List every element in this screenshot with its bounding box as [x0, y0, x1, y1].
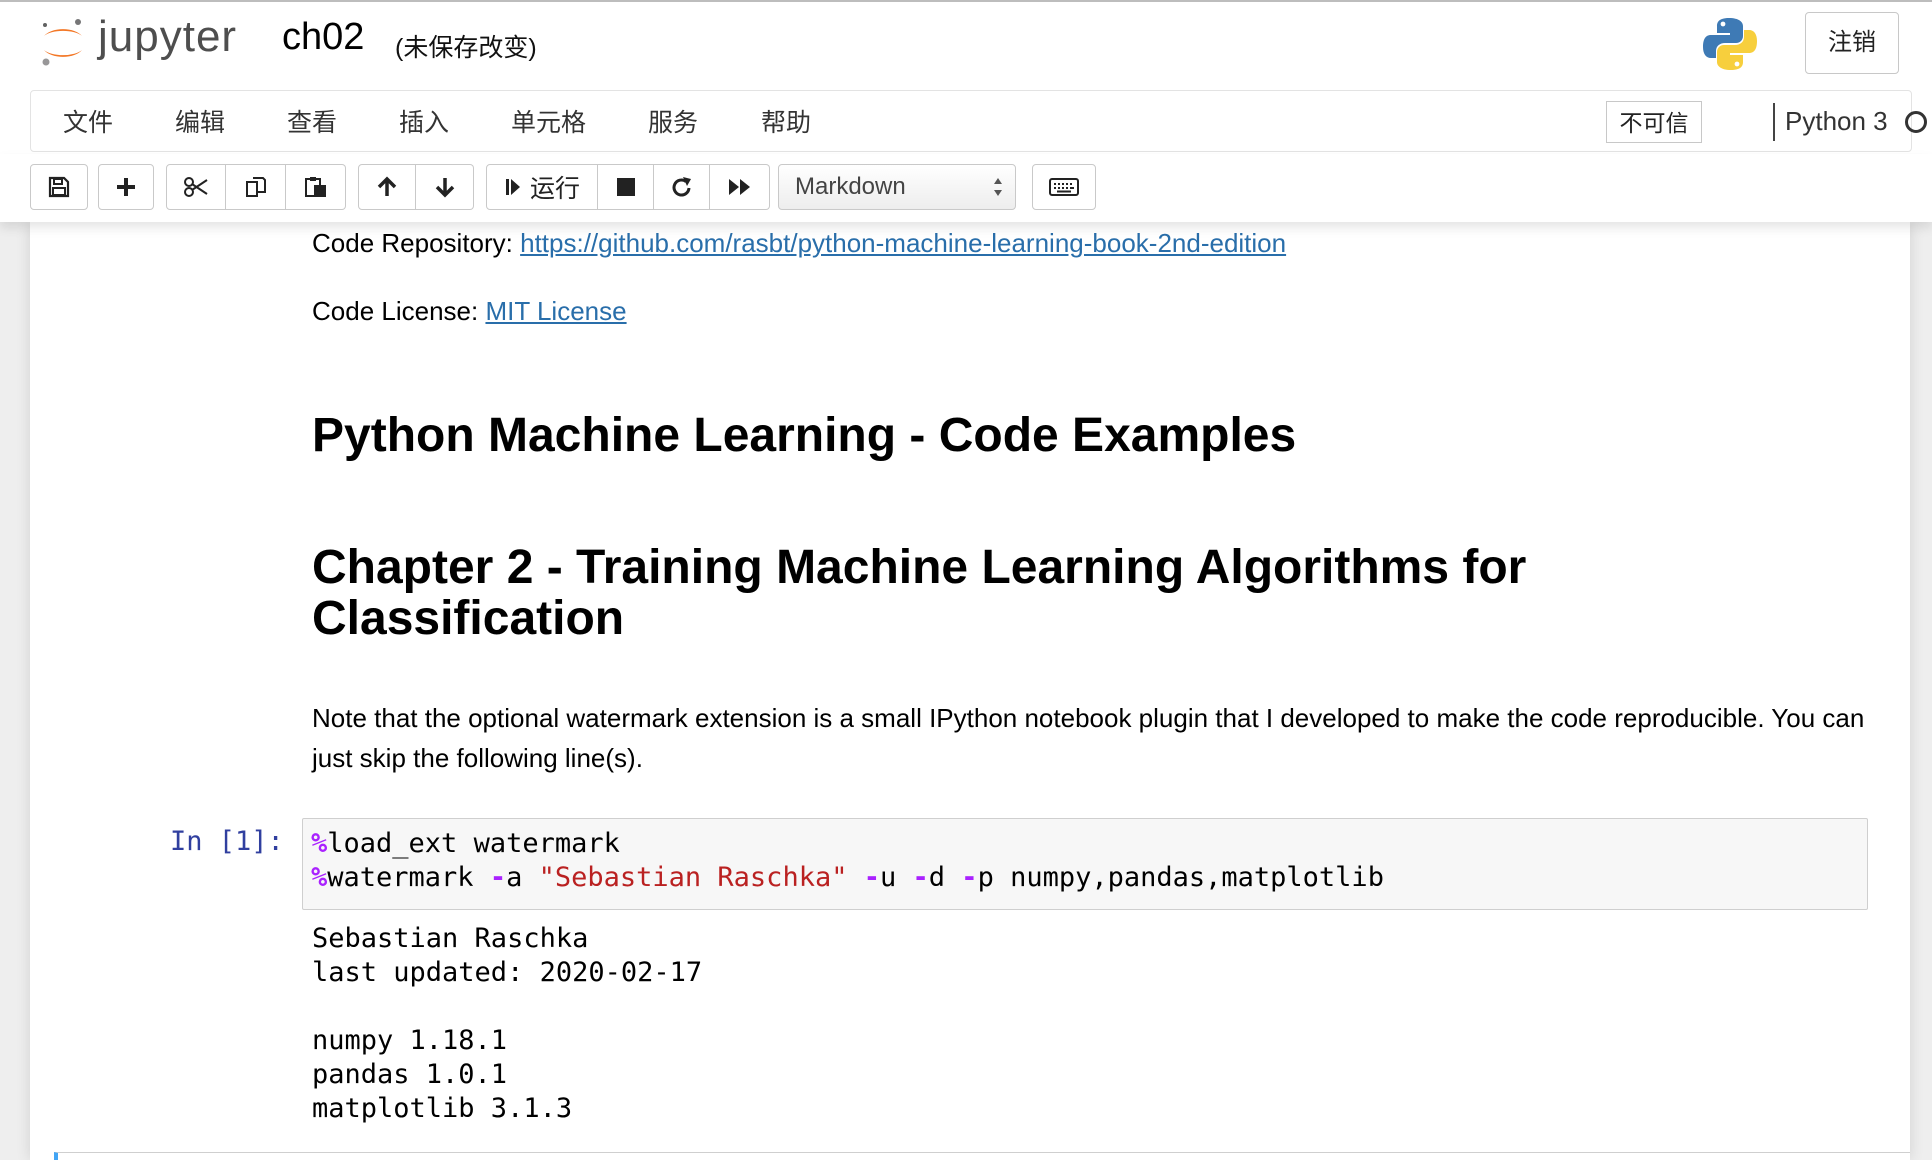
menu-file[interactable]: 文件 [63, 103, 113, 139]
kernel-name[interactable]: Python 3 [1785, 106, 1888, 137]
menu-help[interactable]: 帮助 [761, 103, 811, 139]
flag-operator: - [863, 862, 880, 893]
cell-output: Sebastian Raschka last updated: 2020-02-… [312, 923, 703, 1124]
code-text: p numpy,pandas,matplotlib [977, 862, 1384, 893]
paste-button[interactable] [286, 164, 346, 210]
selected-cell-edge[interactable] [54, 1152, 1910, 1160]
watermark-note: Note that the optional watermark extensi… [312, 703, 1865, 773]
flag-operator: - [489, 862, 507, 893]
jupyter-logo-text[interactable]: jupyter [98, 12, 237, 62]
menu-edit[interactable]: 编辑 [175, 103, 225, 139]
move-up-button[interactable] [358, 164, 416, 210]
jupyter-logo-icon[interactable] [38, 14, 88, 70]
code-cell-input[interactable]: %load_ext watermark %watermark -a "Sebas… [302, 818, 1868, 910]
menubar: 文件 编辑 查看 插入 单元格 服务 帮助 不可信 Python 3 [30, 90, 1927, 152]
scissors-icon [184, 177, 208, 197]
cut-button[interactable] [166, 164, 226, 210]
flag-operator: - [961, 862, 978, 893]
notebook-header: jupyter ch02 (未保存改变) 注销 [0, 2, 1932, 91]
restart-icon [672, 177, 691, 197]
code-license-label: Code License: [312, 296, 486, 326]
command-palette-button[interactable] [1032, 164, 1096, 210]
cell-type-value: Markdown [795, 173, 906, 200]
flag-operator: - [912, 862, 929, 893]
code-text: a [506, 862, 539, 893]
insert-cell-button[interactable] [98, 164, 154, 210]
cell-input-prompt: In [1]: [170, 826, 284, 857]
arrow-up-icon [377, 176, 397, 196]
kernel-status-icon [1905, 111, 1927, 133]
run-button[interactable]: 运行 [486, 164, 598, 210]
move-down-button[interactable] [416, 164, 474, 210]
restart-run-all-button[interactable] [710, 164, 770, 210]
magic-symbol: % [311, 862, 328, 893]
string-literal: "Sebastian Raschka" [538, 862, 848, 893]
keyboard-icon [1049, 178, 1079, 196]
stop-icon [616, 178, 635, 196]
logout-button[interactable]: 注销 [1805, 12, 1899, 74]
step-forward-icon [505, 179, 520, 195]
save-icon [48, 176, 70, 198]
code-line-1: %load_ext watermark [311, 828, 620, 859]
copy-button[interactable] [226, 164, 286, 210]
menubar-container: 文件 编辑 查看 插入 单元格 服务 帮助 不可信 Python 3 [0, 90, 1932, 154]
code-text: load_ext watermark [327, 828, 620, 859]
code-repository-line: Code Repository: https://github.com/rasb… [312, 228, 1286, 259]
save-button[interactable] [30, 164, 88, 210]
notebook-name[interactable]: ch02 [282, 16, 364, 59]
python-logo-icon [1703, 18, 1757, 70]
heading-chapter-2: Chapter 2 - Training Machine Learning Al… [312, 541, 1527, 645]
save-status: (未保存改变) [395, 34, 537, 62]
code-line-2: %watermark -a "Sebastian Raschka" -u -d … [311, 862, 1384, 893]
heading-python-ml: Python Machine Learning - Code Examples [312, 409, 1297, 462]
plus-icon [117, 178, 135, 196]
select-arrows-icon [994, 178, 1002, 196]
restart-kernel-button[interactable] [654, 164, 710, 210]
code-text: watermark [327, 862, 490, 893]
copy-icon [245, 177, 266, 197]
kernel-divider [1773, 103, 1775, 141]
paste-icon [304, 177, 326, 197]
toolbar: 运行 Markdown [0, 154, 1932, 222]
code-text: d [928, 862, 962, 893]
code-text: u [880, 862, 913, 893]
menu-kernel[interactable]: 服务 [648, 103, 698, 139]
magic-symbol: % [311, 828, 328, 859]
notebook-container[interactable]: Code Repository: https://github.com/rasb… [30, 222, 1910, 1160]
run-button-label: 运行 [529, 175, 580, 203]
code-repository-label: Code Repository: [312, 228, 521, 258]
code-license-link[interactable]: MIT License [485, 296, 626, 326]
menu-cell[interactable]: 单元格 [511, 103, 586, 139]
interrupt-kernel-button[interactable] [598, 164, 654, 210]
fast-forward-icon [728, 179, 750, 195]
arrow-down-icon [435, 178, 454, 198]
cell-type-select[interactable]: Markdown [778, 164, 1016, 210]
code-repository-link[interactable]: https://github.com/rasbt/python-machine-… [520, 228, 1286, 258]
menu-view[interactable]: 查看 [287, 103, 337, 139]
menu-insert[interactable]: 插入 [399, 103, 449, 139]
code-license-line: Code License: MIT License [312, 296, 627, 327]
trust-indicator-button[interactable]: 不可信 [1606, 101, 1702, 143]
